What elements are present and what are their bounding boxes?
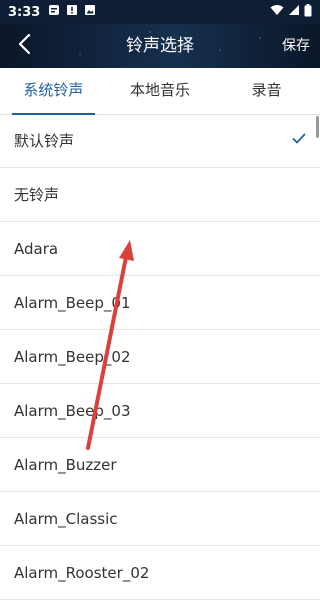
list-item-label: Alarm_Beep_03 xyxy=(14,401,131,420)
list-item-label: Alarm_Beep_02 xyxy=(14,347,131,366)
battery-icon xyxy=(304,3,312,21)
list-item[interactable]: Alarm_Beep_02 xyxy=(0,330,320,384)
list-item[interactable]: Alarm_Beep_01 xyxy=(0,276,320,330)
tab-local-music[interactable]: 本地音乐 xyxy=(107,68,214,114)
list-item-label: 无铃声 xyxy=(14,186,60,204)
tab-recordings[interactable]: 录音 xyxy=(213,68,320,114)
list-item-label: Alarm_Beep_01 xyxy=(14,293,131,312)
list-item-label: Adara xyxy=(14,239,59,258)
tab-system-ringtones[interactable]: 系统铃声 xyxy=(0,68,107,115)
list-item[interactable]: 无铃声 xyxy=(0,168,320,222)
status-time: 3:33 xyxy=(8,4,41,20)
list-item-label: Alarm_Rooster_02 xyxy=(14,563,150,582)
list-item[interactable]: 默认铃声 xyxy=(0,114,320,168)
signal-icon xyxy=(288,4,300,20)
image-icon xyxy=(84,4,96,20)
list-item-label: Alarm_Buzzer xyxy=(14,455,117,474)
title-bar: 铃声选择 保存 xyxy=(0,24,320,68)
list-item[interactable]: Adara xyxy=(0,222,320,276)
page-title: 铃声选择 xyxy=(126,36,194,56)
checkmark-icon xyxy=(292,131,306,149)
list-item[interactable]: Alarm_Rooster_02 xyxy=(0,546,320,600)
list-item[interactable]: Alarm_Beep_03 xyxy=(0,384,320,438)
tab-bar: 系统铃声 本地音乐 录音 xyxy=(0,68,320,115)
back-button[interactable] xyxy=(10,32,38,60)
notification-icon xyxy=(48,4,60,20)
alert-icon xyxy=(66,4,78,20)
save-button[interactable]: 保存 xyxy=(282,24,310,68)
list-item-label: Alarm_Classic xyxy=(14,509,118,528)
chevron-left-icon xyxy=(17,33,31,59)
list-item[interactable]: Alarm_Classic xyxy=(0,492,320,546)
scrollbar[interactable] xyxy=(316,116,319,138)
status-bar: 3:33 xyxy=(0,0,320,24)
wifi-icon xyxy=(270,4,284,20)
list-item[interactable]: Alarm_Buzzer xyxy=(0,438,320,492)
list-item-label: 默认铃声 xyxy=(14,132,75,150)
ringtone-list: 默认铃声 无铃声 Adara Alarm_Beep_01 Alarm_Beep_… xyxy=(0,114,320,600)
